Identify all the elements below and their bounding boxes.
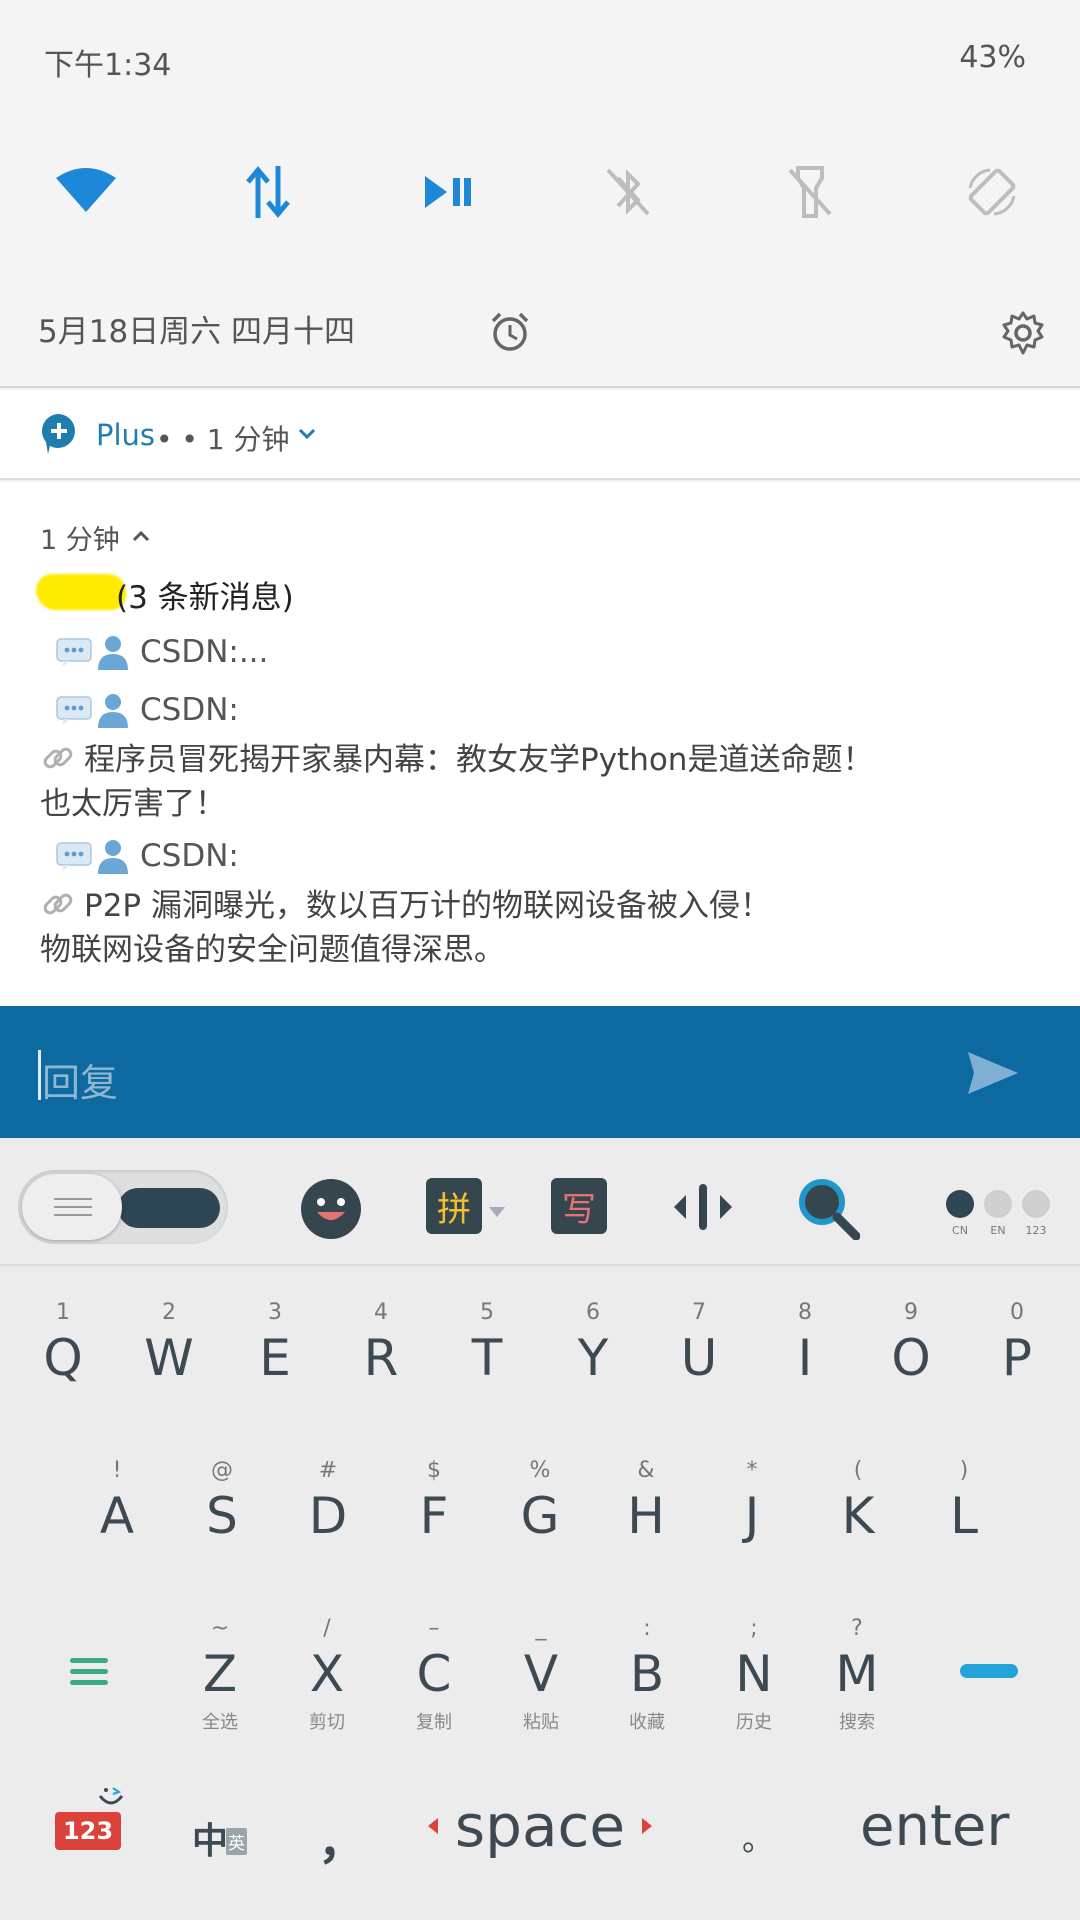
key-q[interactable]: 1Q [13,1300,113,1386]
language-switch-key[interactable]: 中 [192,1812,228,1864]
key-z[interactable]: ~ Z 全选 [170,1616,270,1734]
bluetooth-off-icon[interactable] [586,150,670,234]
search-icon[interactable] [796,1176,861,1241]
key-s[interactable]: @ S [172,1458,272,1544]
redacted-sender-name [36,574,126,610]
period-key[interactable]: 。 [742,1814,774,1860]
key-b[interactable]: : B 收藏 [597,1616,697,1734]
menu-icon[interactable] [70,1656,108,1688]
key-n[interactable]: ; N 历史 [704,1616,804,1734]
alarm-icon[interactable] [488,310,532,354]
key-r[interactable]: 4R [331,1300,431,1386]
language-switch-sub: 英 [226,1828,247,1855]
user-icon [98,694,128,728]
message-text: 也太厉害了！ [40,786,226,822]
key-u[interactable]: 7U [649,1300,749,1386]
pinyin-input-button[interactable]: 拼 [426,1178,482,1234]
quick-settings-tiles [0,150,1080,234]
key-d[interactable]: # D [278,1458,378,1544]
wifi-icon[interactable] [44,150,128,234]
key-l[interactable]: ) L [914,1458,1014,1544]
mode-en[interactable]: EN [984,1190,1012,1237]
collapse-chevron-icon[interactable] [132,527,150,542]
app-name: Plus [96,418,156,452]
message-text: P2P 漏洞曝光，数以百万计的物联网设备被入侵！ [40,880,771,925]
key-y[interactable]: 6Y [543,1300,643,1386]
quick-settings-panel: 下午1:34 43% 5月18日周六 四月十四 [0,0,1080,388]
flashlight-off-icon[interactable] [768,150,852,234]
chat-bubble-icon [56,842,92,871]
key-x[interactable]: / X 剪切 [277,1616,377,1734]
number-key[interactable]: 123 [55,1786,124,1868]
key-g[interactable]: % G [490,1458,590,1544]
toggle-track [118,1188,220,1228]
message-text: 程序员冒死揭开家暴内幕：教女友学Python是道送命题！ [40,734,873,779]
send-icon[interactable] [966,1050,1020,1096]
keyboard-toggle-switch[interactable] [18,1170,228,1244]
notification-title: (3 条新消息) [116,580,294,616]
user-icon [98,636,128,670]
key-p[interactable]: 0P [967,1300,1067,1386]
dropdown-arrow-icon[interactable] [489,1202,505,1217]
cursor-move-icon[interactable] [672,1182,734,1232]
notification-body[interactable]: 1 分钟 (3 条新消息) CSDN:... CSDN: 程序员冒死揭开家暴内幕… [0,482,1080,1006]
comma-key[interactable]: ， [318,1802,366,1872]
settings-gear-icon[interactable] [1000,310,1046,356]
key-m[interactable]: ? M 搜索 [807,1616,907,1734]
keyboard: 拼 写 CN EN 123 1Q 2W 3E 4R 5T 6Y 7U 8I 9O… [0,1138,1080,1920]
text-cursor [38,1050,41,1100]
key-v[interactable]: _ V 粘贴 [491,1616,591,1734]
input-mode-selector[interactable]: CN EN 123 [946,1190,1056,1250]
reply-input[interactable]: 回复 [42,1052,118,1107]
message-text: 物联网设备的安全问题值得深思。 [40,932,505,968]
key-j[interactable]: * J [702,1458,802,1544]
mode-cn[interactable]: CN [946,1190,974,1237]
expand-chevron-icon[interactable] [297,426,317,440]
notification-header[interactable]: Plus • • 1 分钟 [0,390,1080,480]
message-sender: CSDN: [56,836,239,876]
keyboard-toolbar: 拼 写 CN EN 123 [0,1138,1080,1266]
smiley-icon [98,1787,124,1805]
toggle-knob[interactable] [22,1174,122,1240]
emoji-icon[interactable] [300,1178,362,1240]
handwriting-input-button[interactable]: 写 [551,1178,607,1234]
key-o[interactable]: 9O [861,1300,961,1386]
notification-age: • • 1 分钟 [156,423,290,456]
key-c[interactable]: – C 复制 [384,1616,484,1734]
auto-rotate-icon[interactable] [950,150,1034,234]
key-w[interactable]: 2W [119,1300,219,1386]
status-time: 下午1:34 [44,48,172,83]
plus-app-icon [40,412,78,456]
key-a[interactable]: ! A [67,1458,167,1544]
enter-key[interactable]: enter [860,1794,1009,1859]
key-t[interactable]: 5T [437,1300,537,1386]
chat-bubble-icon [56,638,92,667]
battery-level: 43% [959,40,1026,75]
link-icon [43,747,73,769]
message-time: 1 分钟 [40,525,120,556]
key-h[interactable]: & H [596,1458,696,1544]
key-e[interactable]: 3E [225,1300,325,1386]
mobile-data-icon[interactable] [226,150,310,234]
message-sender: CSDN:... [56,632,268,672]
play-pause-icon[interactable] [406,150,490,234]
key-f[interactable]: $ F [384,1458,484,1544]
space-key[interactable]: space [420,1792,660,1862]
mode-123[interactable]: 123 [1022,1190,1050,1237]
user-icon [98,840,128,874]
chat-bubble-icon [56,696,92,725]
key-k[interactable]: (K [808,1458,908,1544]
date-text[interactable]: 5月18日周六 四月十四 [38,306,355,351]
link-icon [43,893,73,915]
key-i[interactable]: 8I [755,1300,855,1386]
message-sender: CSDN: [56,690,239,730]
cursor-right-arrow-icon [642,1818,652,1834]
reply-bar[interactable]: 回复 [0,1006,1080,1138]
dash-key[interactable] [960,1664,1018,1678]
